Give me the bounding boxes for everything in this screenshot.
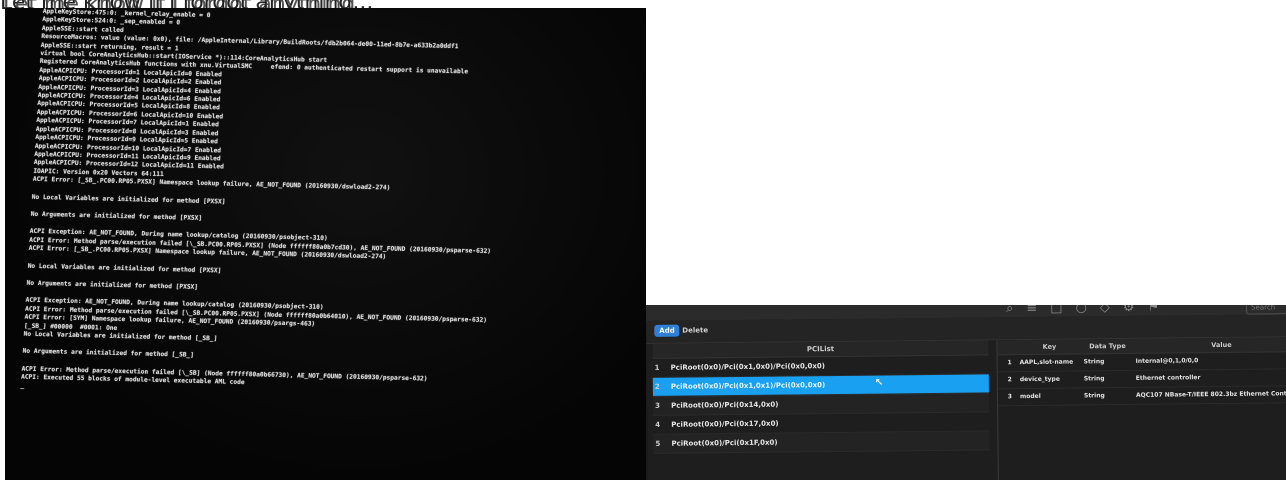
row-index: 2 <box>654 382 660 391</box>
property-value[interactable]: Internal@0,1,0/0,0 <box>1132 352 1286 370</box>
boot-log: AppleKeyStore:475:0: _kernel_relay_enabl… <box>20 8 646 406</box>
circle-icon[interactable]: ○ <box>1075 305 1087 317</box>
list-icon[interactable]: ≡ <box>1026 305 1037 317</box>
row-index: 1 <box>654 363 660 372</box>
boot-log-photo: AppleKeyStore:475:0: _kernel_relay_enabl… <box>5 8 646 480</box>
square-icon[interactable]: □ <box>1050 305 1062 317</box>
content-area: PCIList 1 PciRoot(0x0)/Pci(0x1,0x0)/Pci(0… <box>646 337 1286 480</box>
pci-utility-photo: ⌕ ≡ □ ○ ◇ ⚙ ⚑ Search Add Delete PCIList … <box>646 305 1286 480</box>
property-row[interactable]: 3 model String AQC107 NBase-T/IEEE 802.3… <box>997 386 1286 407</box>
row-index: 4 <box>655 420 661 429</box>
row-index: 5 <box>655 439 661 448</box>
property-key[interactable]: AAPL,slot-name <box>1016 354 1080 371</box>
value-column-header[interactable]: Value <box>1131 337 1286 353</box>
pci-list-table: PCIList 1 PciRoot(0x0)/Pci(0x1,0x0)/Pci(0… <box>652 340 990 480</box>
delete-button[interactable]: Delete <box>682 326 708 334</box>
key-column-header[interactable]: Key <box>1015 339 1079 354</box>
row-value: PciRoot(0x0)/Pci(0x14,0x0) <box>671 400 779 410</box>
property-type[interactable]: String <box>1080 354 1132 371</box>
property-value[interactable]: AQC107 NBase-T/IEEE 802.3bz Ethernet Con… <box>1132 386 1286 404</box>
row-value: PciRoot(0x0)/Pci(0x1,0x1)/Pci(0x0,0x0) <box>670 381 826 391</box>
row-value: PciRoot(0x0)/Pci(0x17,0x0) <box>671 419 779 429</box>
property-key[interactable]: model <box>1016 388 1080 405</box>
flag-icon[interactable]: ⚑ <box>1147 305 1159 316</box>
row-value: PciRoot(0x0)/Pci(0x1,0x0)/Pci(0x0,0x0) <box>670 362 826 372</box>
row-index: 2 <box>1007 376 1012 384</box>
type-column-header[interactable]: Data Type <box>1079 339 1131 354</box>
property-type[interactable]: String <box>1080 371 1132 388</box>
mouse-pointer-icon: ↖ <box>874 377 884 389</box>
property-type[interactable]: String <box>1080 388 1132 405</box>
row-value: PciRoot(0x0)/Pci(0x1F,0x0) <box>671 438 778 448</box>
pci-list-row[interactable]: 5 PciRoot(0x0)/Pci(0x1F,0x0) <box>653 431 990 454</box>
row-index: 3 <box>1007 393 1013 401</box>
gear-icon[interactable]: ⚙ <box>1123 305 1135 316</box>
row-index: 3 <box>655 401 660 410</box>
property-value[interactable]: Ethernet controller <box>1132 369 1286 387</box>
property-key[interactable]: device_type <box>1016 371 1080 388</box>
row-index: 1 <box>1007 359 1012 367</box>
search-input[interactable]: Search <box>1245 305 1286 315</box>
properties-table: Key Data Type Value 1 AAPL,slot-name Str… <box>996 337 1286 480</box>
diamond-icon[interactable]: ◇ <box>1100 305 1110 316</box>
add-button[interactable]: Add <box>654 324 680 337</box>
search-icon[interactable]: ⌕ <box>1006 305 1013 317</box>
